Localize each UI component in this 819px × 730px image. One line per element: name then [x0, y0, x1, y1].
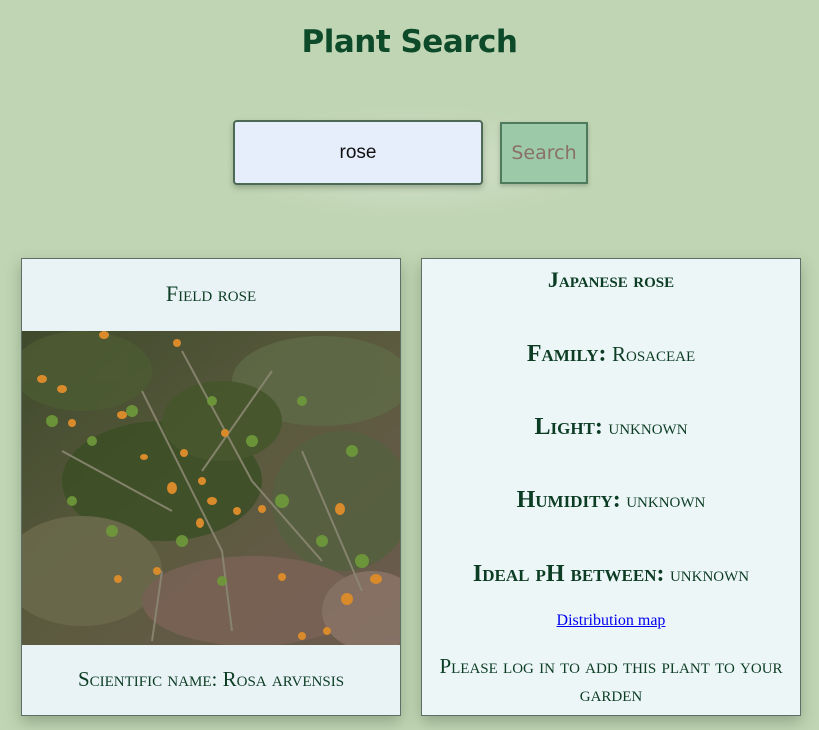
- family-row: Family: Rosaceae: [422, 341, 800, 368]
- login-message: Please log in to add this plant to your …: [439, 654, 783, 706]
- ph-row: Ideal pH between: unknown: [422, 561, 800, 588]
- humidity-row: Humidity: unknown: [422, 487, 800, 514]
- scientific-name-label: Scientific name:: [77, 667, 218, 691]
- humidity-value: unknown: [626, 488, 706, 512]
- scientific-name: Scientific name: Rosa arvensis: [22, 667, 400, 692]
- ph-label: Ideal pH between:: [472, 561, 665, 587]
- light-row: Light: unknown: [422, 414, 800, 441]
- page-title: Plant Search: [301, 24, 518, 60]
- plant-common-name: Field rose: [165, 281, 257, 306]
- light-label: Light:: [534, 414, 603, 440]
- distribution-map-link[interactable]: Distribution map: [422, 612, 800, 630]
- ph-value: unknown: [669, 562, 750, 586]
- search-input[interactable]: [233, 120, 483, 185]
- plant-photo: [22, 331, 400, 645]
- plant-card-details[interactable]: Japanese rose Family: Rosaceae Light: un…: [421, 258, 801, 716]
- plant-card-flipped[interactable]: Field rose Scientific name: Rosa arvensi…: [21, 258, 401, 716]
- family-value: Rosaceae: [611, 342, 696, 366]
- family-label: Family:: [526, 341, 607, 367]
- plant-common-name: Japanese rose: [547, 267, 675, 292]
- search-button[interactable]: Search: [500, 122, 588, 184]
- scientific-name-value: Rosa arvensis: [222, 667, 345, 691]
- humidity-label: Humidity:: [516, 487, 621, 513]
- light-value: unknown: [608, 415, 688, 439]
